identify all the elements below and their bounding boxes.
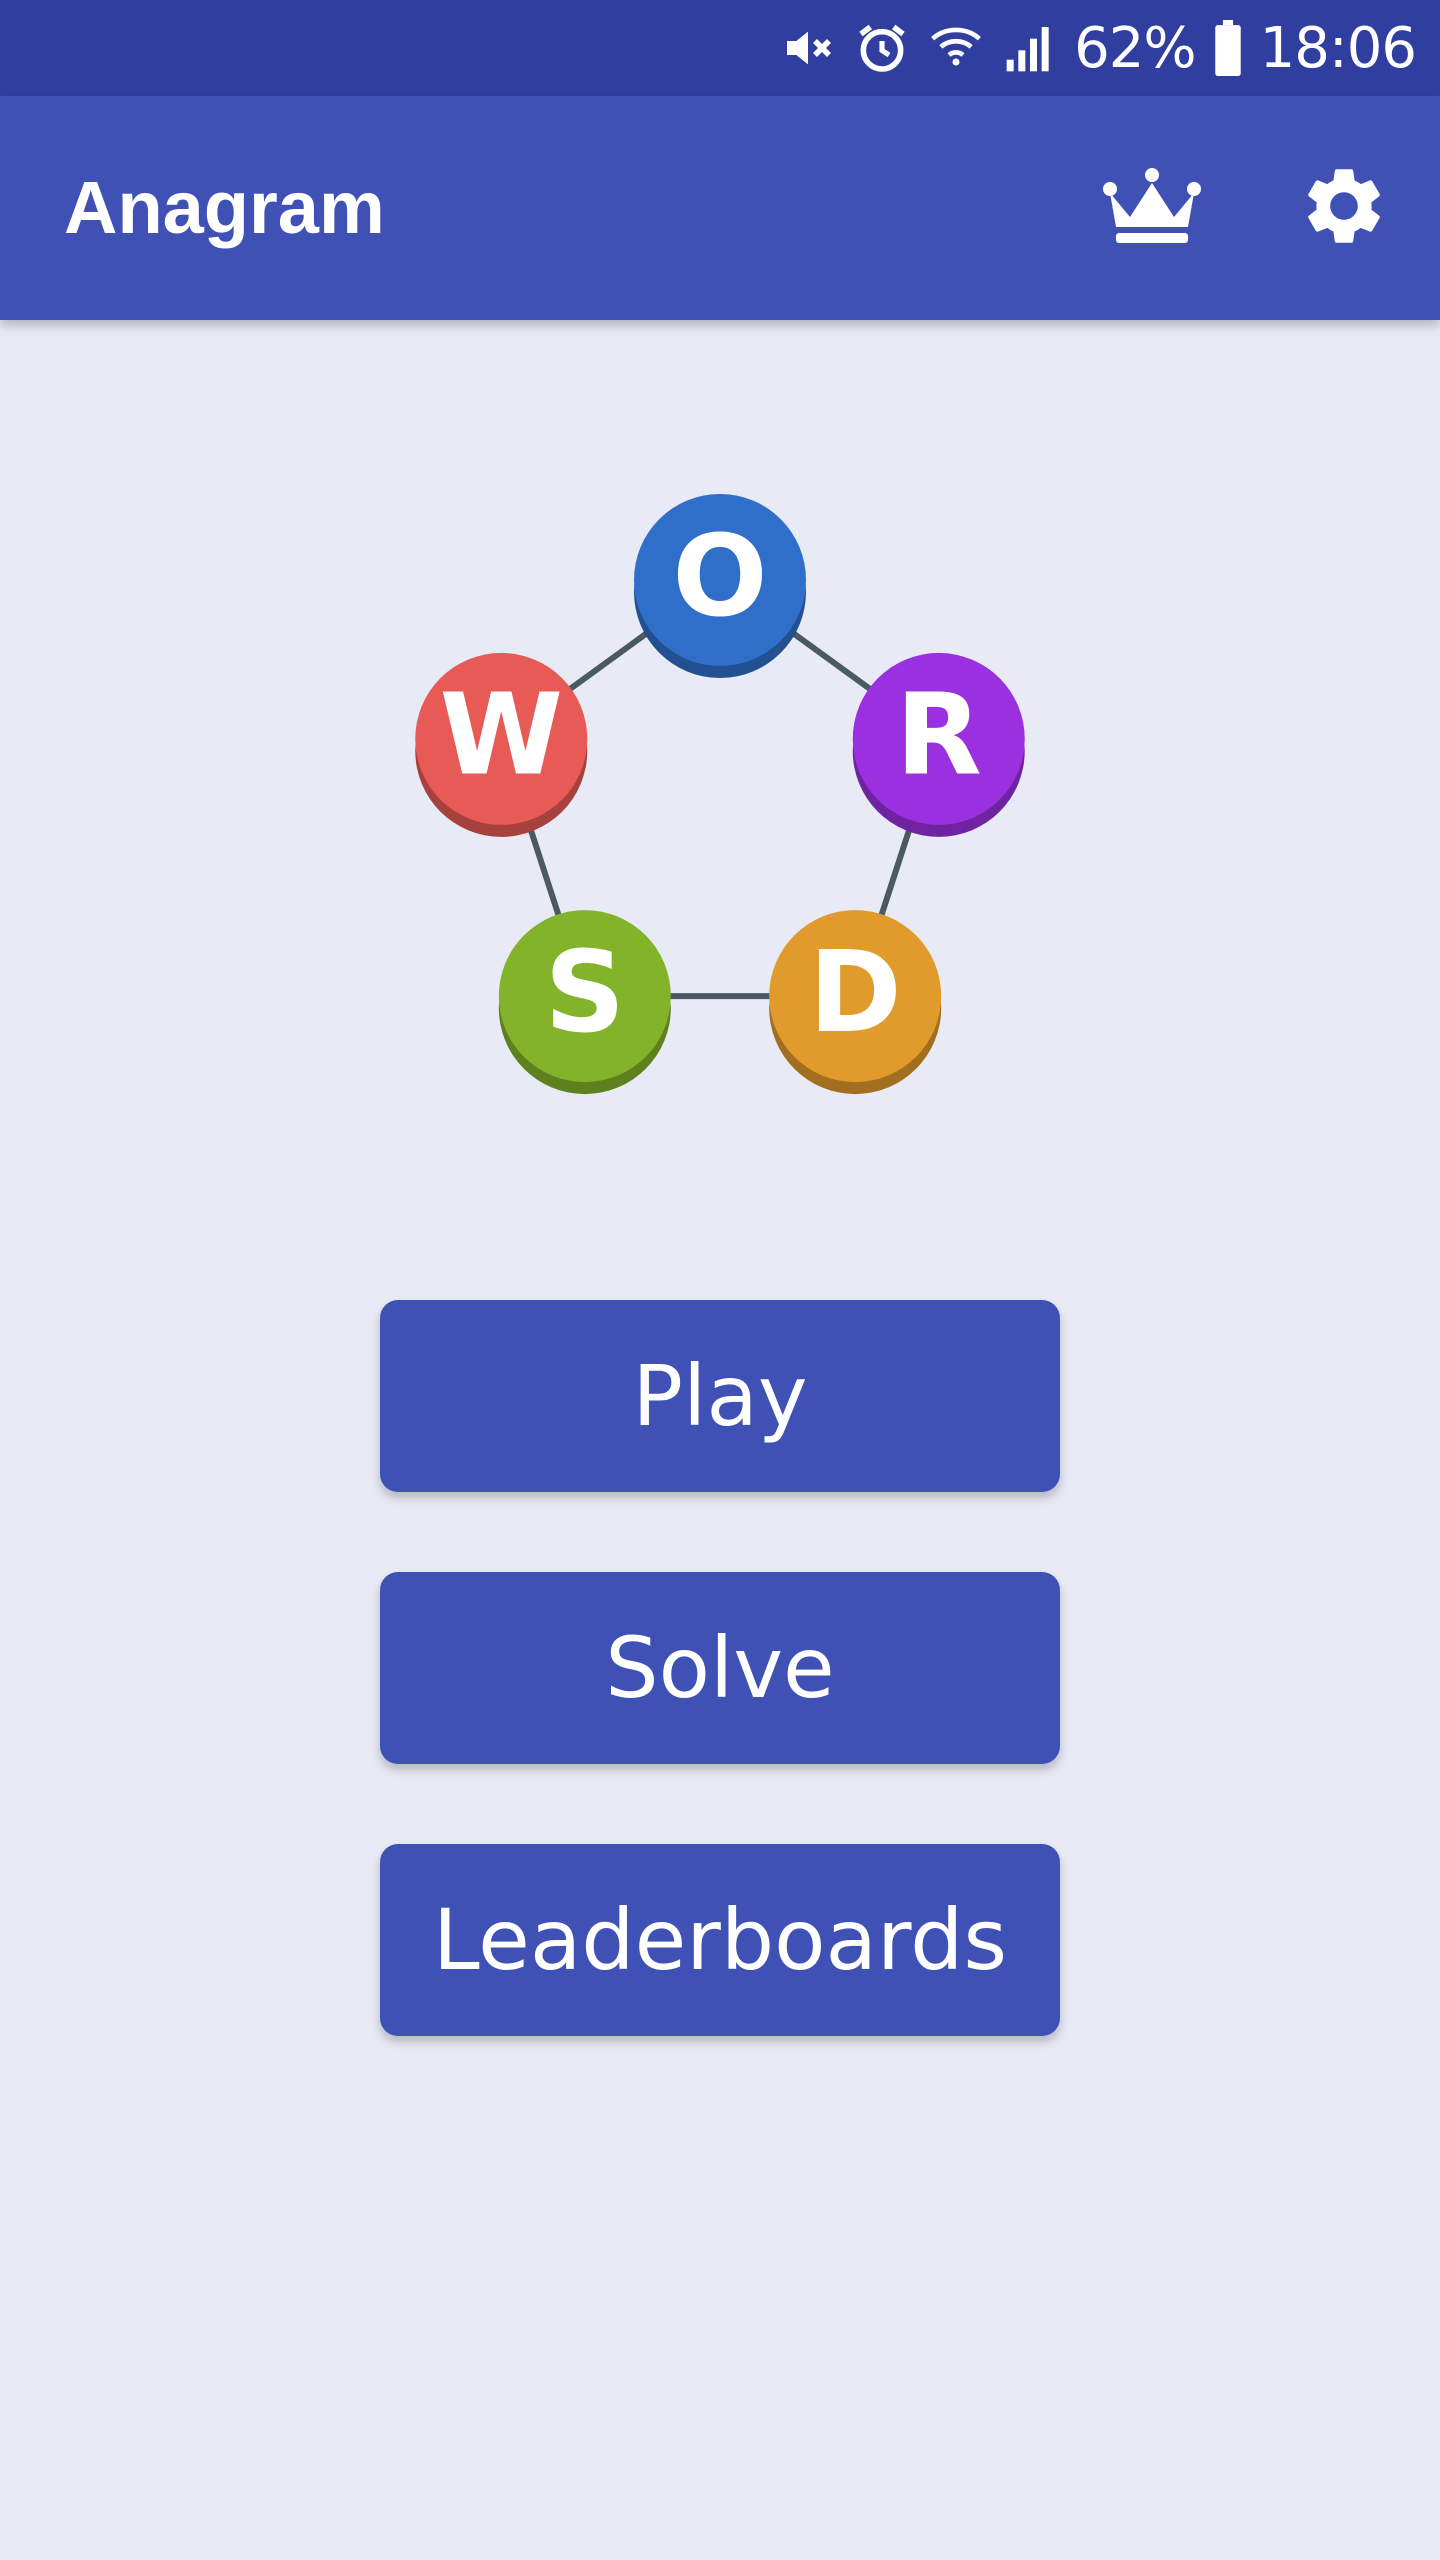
logo-letter-text: R [896,671,982,801]
battery-icon [1210,18,1246,78]
logo-letter-o: O [634,494,806,678]
logo-letter-s: S [498,910,671,1095]
words-logo: ORD SW [400,490,1040,1110]
signal-icon [1000,18,1060,78]
logo-graphic: ORD SW [415,494,1025,1095]
clock: 18:06 [1259,15,1417,81]
logo-letter-text: O [672,512,767,642]
logo-letter-w: W [415,652,588,837]
logo-letter-text: W [439,671,563,801]
battery-percent: 62% [1074,15,1196,81]
solve-button[interactable]: Solve [380,1572,1060,1764]
status-bar: 62% 18:06 [0,0,1440,96]
wifi-icon [926,18,986,78]
settings-button[interactable] [1284,148,1404,268]
logo-letter-text: S [544,928,625,1058]
app-title: Anagram [64,166,385,249]
logo-letter-text: D [809,928,902,1058]
logo-letter-r: R [852,652,1025,837]
crown-icon [1102,161,1202,256]
leaderboard-crown-button[interactable] [1092,148,1212,268]
alarm-icon [852,18,912,78]
app-bar: Anagram [0,96,1440,320]
gear-icon [1298,160,1390,257]
leaderboards-button[interactable]: Leaderboards [380,1844,1060,2036]
mute-icon [778,18,838,78]
logo-letter-d: D [769,910,942,1095]
play-button[interactable]: Play [380,1300,1060,1492]
status-icons: 62% 18:06 [778,0,1417,96]
